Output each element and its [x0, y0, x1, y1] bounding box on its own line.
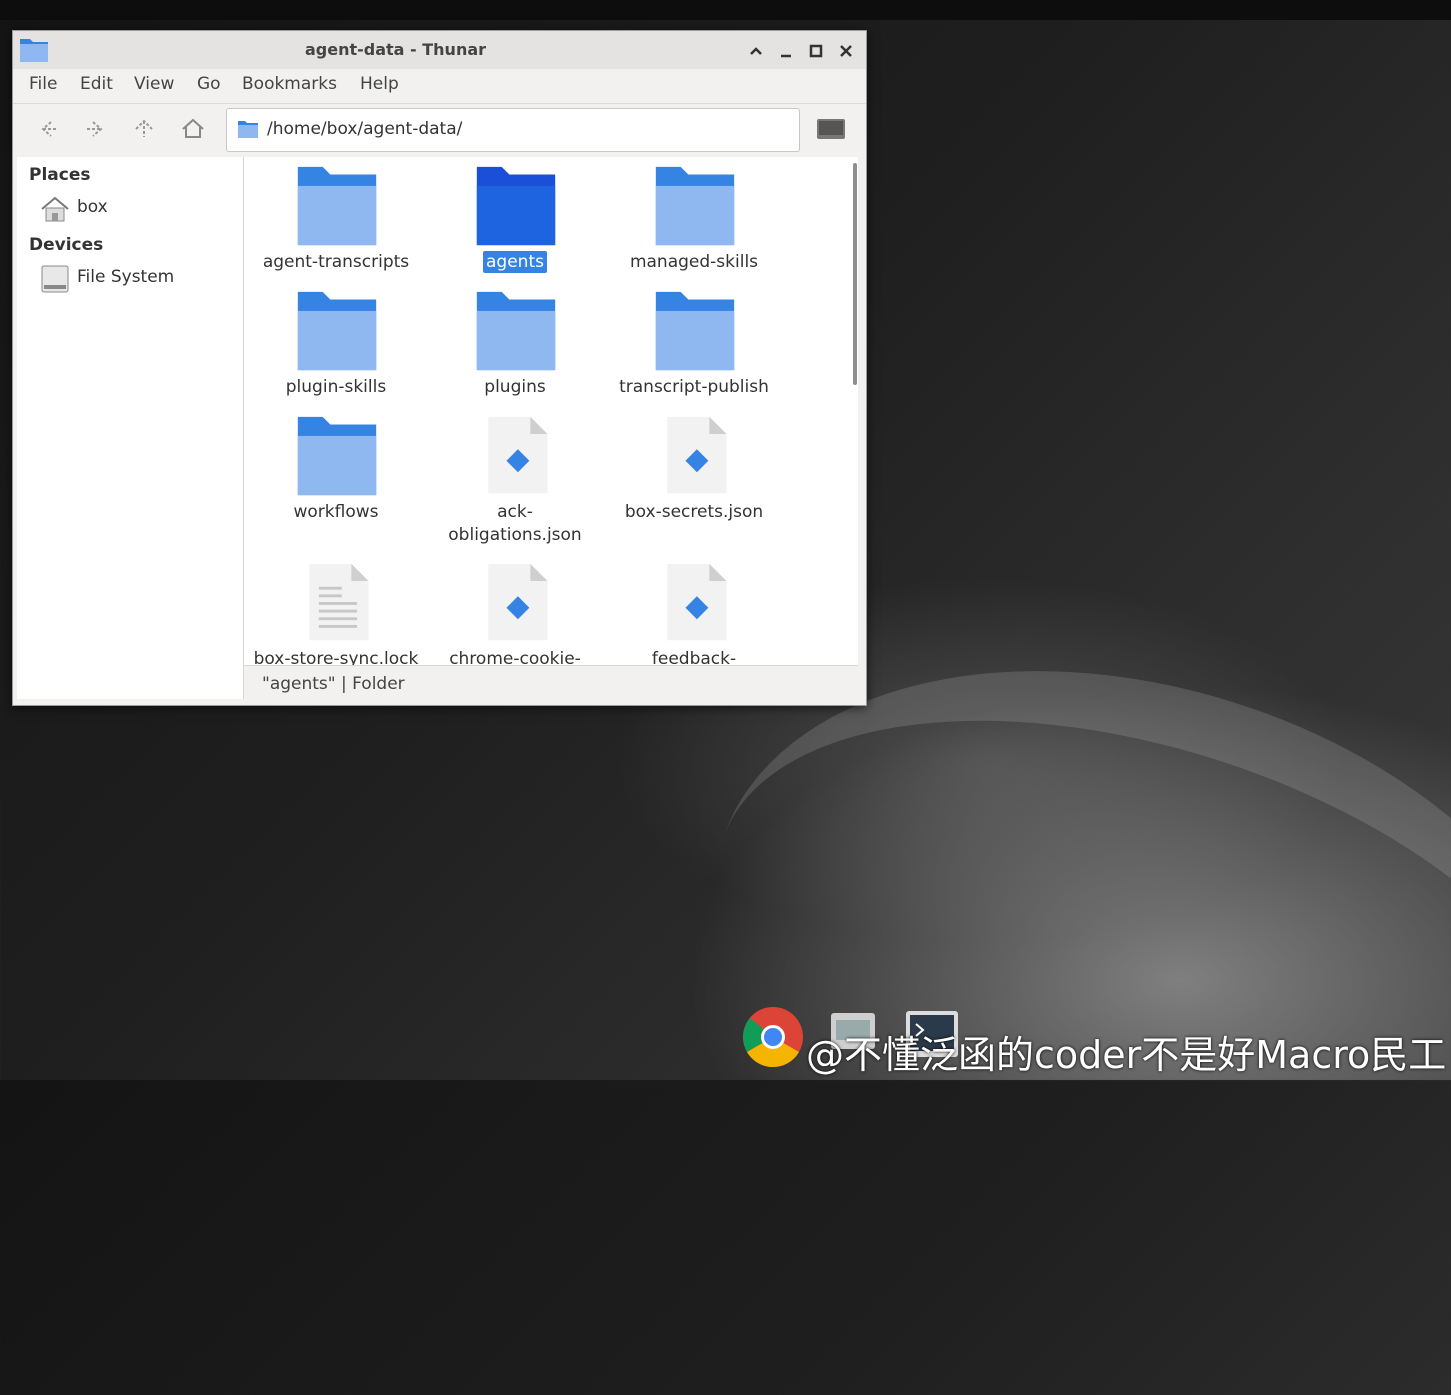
folder-item[interactable]: workflows	[248, 407, 424, 527]
maximize-icon	[809, 44, 823, 58]
file-name: plugin-skills	[285, 377, 387, 397]
folder-icon	[655, 291, 735, 371]
status-text: "agents" | Folder	[262, 674, 405, 694]
home-button[interactable]	[178, 114, 208, 144]
folder-icon	[238, 121, 258, 138]
watermark: @不懂泛函的coder不是好Macro民工	[806, 1033, 1447, 1077]
folder-item[interactable]: plugins	[427, 282, 603, 402]
text-file-icon	[309, 563, 369, 641]
folder-icon	[297, 166, 377, 246]
folder-item[interactable]: managed-skills	[606, 157, 782, 277]
file-name: managed-skills	[629, 252, 759, 272]
menu-help[interactable]: Help	[360, 74, 399, 94]
arrow-left-icon	[41, 121, 57, 137]
file-view: agent-transcripts agents managed-skills plu…	[244, 157, 858, 665]
file-item[interactable]: feedback-	[606, 554, 782, 665]
folder-icon	[297, 291, 377, 371]
file-name: feedback-	[651, 649, 737, 665]
close-icon	[840, 45, 852, 57]
folder-item[interactable]: agent-transcripts	[248, 157, 424, 277]
location-path[interactable]: /home/box/agent-data/	[267, 119, 462, 139]
sidebar-item-label: box	[77, 197, 108, 217]
places-heading: Places	[29, 165, 91, 185]
toolbar: /home/box/agent-data/	[13, 103, 866, 156]
file-item[interactable]: chrome-cookie-	[427, 554, 603, 665]
folder-icon	[655, 166, 735, 246]
devices-heading: Devices	[29, 235, 104, 255]
folder-item[interactable]: plugin-skills	[248, 282, 424, 402]
sidebar-item-box[interactable]: box	[39, 191, 239, 227]
minimize-icon	[781, 54, 791, 58]
location-bar[interactable]: /home/box/agent-data/	[226, 108, 800, 152]
close-button[interactable]	[835, 40, 857, 62]
top-panel	[0, 0, 1451, 20]
chevron-up-icon	[750, 47, 762, 55]
file-item[interactable]: box-store-sync.lock	[248, 554, 424, 665]
home-icon	[182, 118, 204, 138]
file-name: chrome-cookie-	[449, 649, 581, 665]
scrollbar[interactable]	[853, 163, 857, 385]
json-file-icon	[488, 416, 548, 494]
folder-icon	[297, 416, 377, 496]
menu-edit[interactable]: Edit	[80, 74, 113, 94]
file-name: plugins	[484, 377, 546, 397]
menu-go[interactable]: Go	[197, 74, 221, 94]
home-icon	[41, 196, 69, 222]
menu-bookmarks[interactable]: Bookmarks	[242, 74, 337, 94]
json-file-icon	[488, 563, 548, 641]
open-terminal-button[interactable]	[816, 116, 846, 142]
file-item[interactable]: ack-obligations.json	[427, 407, 603, 545]
chrome-icon[interactable]	[742, 1006, 804, 1068]
file-name: workflows	[293, 502, 379, 522]
menu-file[interactable]: File	[29, 74, 57, 94]
json-file-icon	[667, 416, 727, 494]
folder-icon	[476, 291, 556, 371]
json-file-icon	[667, 563, 727, 641]
minimize-button[interactable]	[775, 40, 797, 62]
drive-icon	[41, 265, 69, 293]
file-name: box-store-sync.lock	[253, 649, 419, 665]
title-bar[interactable]: agent-data - Thunar	[13, 31, 866, 69]
sidebar-item-file-system[interactable]: File System	[39, 261, 239, 297]
arrow-right-icon	[87, 121, 103, 137]
folder-icon	[476, 166, 556, 246]
maximize-button[interactable]	[805, 40, 827, 62]
window-title: agent-data - Thunar	[304, 40, 487, 59]
sidebar: Places box Devices File System	[17, 157, 244, 699]
file-manager-window: agent-data - Thunar File Edit View Go Bo…	[12, 30, 867, 706]
folder-item[interactable]: agents	[427, 157, 603, 277]
menu-bar: File Edit View Go Bookmarks Help	[13, 69, 866, 101]
menu-view[interactable]: View	[134, 74, 174, 94]
file-name: agent-transcripts	[262, 252, 410, 272]
arrow-up-icon	[135, 119, 153, 137]
terminal-icon	[817, 119, 845, 139]
shade-button[interactable]	[745, 40, 767, 62]
forward-button[interactable]	[81, 114, 111, 144]
file-name: box-secrets.json	[624, 502, 764, 522]
status-bar: "agents" | Folder	[244, 665, 858, 702]
folder-item[interactable]: transcript-publish	[606, 282, 782, 402]
back-button[interactable]	[33, 114, 63, 144]
sidebar-item-label: File System	[77, 267, 175, 287]
file-name: transcript-publish	[619, 377, 769, 397]
file-item[interactable]: box-secrets.json	[606, 407, 782, 527]
file-name: ack-obligations.json	[448, 502, 582, 545]
file-name: agents	[427, 251, 603, 274]
parent-folder-button[interactable]	[129, 114, 159, 144]
